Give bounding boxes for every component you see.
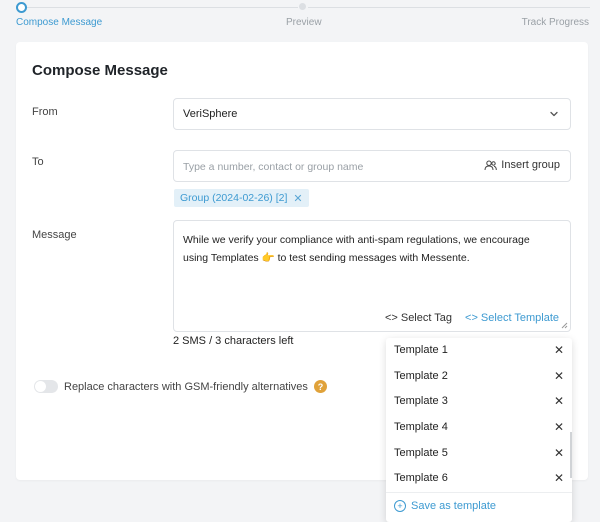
- template-item-label: Template 4: [394, 421, 448, 433]
- message-text: While we verify your compliance with ant…: [183, 234, 530, 264]
- page-title: Compose Message: [32, 62, 168, 79]
- step-compose-message[interactable]: Compose Message: [16, 17, 102, 28]
- chip-close-icon[interactable]: ✕: [293, 192, 302, 205]
- recipient-chip: Group (2024-02-26) [2] ✕: [174, 189, 309, 207]
- resize-handle-icon[interactable]: [561, 322, 568, 329]
- recipient-input[interactable]: Type a number, contact or group name Ins…: [173, 150, 571, 182]
- select-tag-button[interactable]: <> Select Tag: [385, 312, 452, 324]
- step-dot-compose: [16, 2, 27, 13]
- close-icon[interactable]: ✕: [554, 420, 564, 434]
- template-item-label: Template 2: [394, 370, 448, 382]
- step-dot-preview: [299, 3, 306, 10]
- close-icon[interactable]: ✕: [554, 343, 564, 357]
- template-item-label: Template 6: [394, 472, 448, 484]
- template-item[interactable]: Template 5 ✕: [386, 441, 572, 466]
- gsm-toggle-row: Replace characters with GSM-friendly alt…: [34, 380, 327, 393]
- close-icon[interactable]: ✕: [554, 471, 564, 485]
- template-item-label: Template 1: [394, 344, 448, 356]
- template-item[interactable]: Template 3 ✕: [386, 389, 572, 414]
- stepper-line: [26, 7, 298, 8]
- template-item[interactable]: Template 2 ✕: [386, 364, 572, 389]
- template-item[interactable]: Template 1 ✕: [386, 338, 572, 363]
- plus-circle-icon: +: [394, 500, 406, 512]
- message-actions: <> Select Tag <> Select Template: [385, 312, 559, 324]
- template-dropdown: Template 1 ✕ Template 2 ✕ Template 3 ✕ T…: [386, 338, 572, 522]
- message-label: Message: [32, 229, 77, 241]
- close-icon[interactable]: ✕: [554, 446, 564, 460]
- template-item-label: Template 5: [394, 447, 448, 459]
- stepper-line: [308, 7, 590, 8]
- progress-stepper: Compose Message Preview Track Progress: [0, 0, 600, 34]
- step-track-progress[interactable]: Track Progress: [522, 17, 589, 28]
- gsm-toggle-switch[interactable]: [34, 380, 58, 393]
- insert-group-button[interactable]: Insert group: [484, 159, 560, 171]
- from-label: From: [32, 106, 58, 118]
- message-textarea[interactable]: While we verify your compliance with ant…: [173, 220, 571, 332]
- chip-label: Group (2024-02-26) [2]: [180, 192, 288, 204]
- from-select[interactable]: VeriSphere: [173, 98, 571, 130]
- template-item[interactable]: Template 4 ✕: [386, 415, 572, 440]
- dropdown-scrollbar[interactable]: [570, 432, 572, 478]
- to-label: To: [32, 156, 44, 168]
- chevron-down-icon: [550, 111, 558, 117]
- step-preview[interactable]: Preview: [286, 17, 322, 28]
- template-item-label: Template 3: [394, 395, 448, 407]
- dropdown-divider: [386, 492, 572, 493]
- save-as-template-label: Save as template: [411, 500, 496, 512]
- close-icon[interactable]: ✕: [554, 394, 564, 408]
- template-item[interactable]: Template 6 ✕: [386, 466, 572, 491]
- from-selected-value: VeriSphere: [183, 108, 238, 120]
- recipient-placeholder: Type a number, contact or group name: [183, 161, 364, 173]
- sms-counter: 2 SMS / 3 characters left: [173, 335, 294, 347]
- help-icon[interactable]: ?: [313, 380, 327, 393]
- insert-group-label: Insert group: [501, 159, 560, 171]
- save-as-template-button[interactable]: + Save as template: [394, 500, 496, 512]
- select-template-button[interactable]: <> Select Template: [465, 312, 559, 324]
- users-icon: [484, 160, 498, 170]
- close-icon[interactable]: ✕: [554, 369, 564, 383]
- gsm-toggle-label: Replace characters with GSM-friendly alt…: [64, 380, 308, 393]
